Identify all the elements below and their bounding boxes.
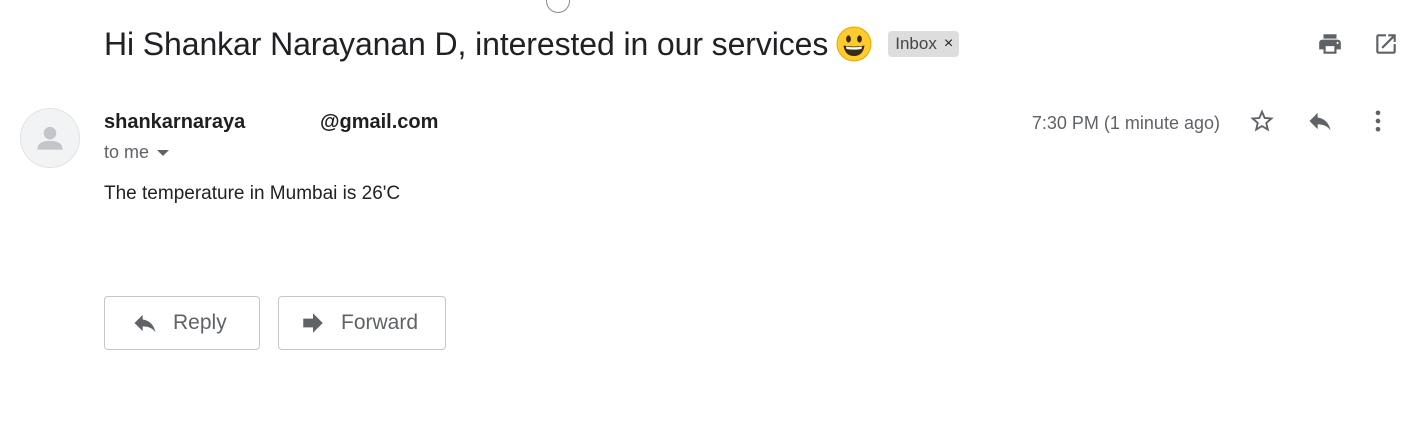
reply-button[interactable]: Reply	[104, 296, 260, 350]
forward-label: Forward	[341, 311, 419, 334]
more-vert-icon[interactable]	[1364, 107, 1392, 135]
reply-arrow-icon	[131, 309, 159, 337]
forward-button[interactable]: Forward	[278, 296, 446, 350]
reply-icon[interactable]	[1306, 107, 1334, 135]
reply-forward-buttons: Reply Forward	[104, 296, 446, 350]
default-person-icon	[37, 126, 63, 150]
message-body: The temperature in Mumbai is 26'C	[104, 183, 401, 204]
inbox-label-text: Inbox	[895, 34, 937, 53]
sender-domain: @gmail.com	[320, 111, 439, 133]
open-in-new-window-icon[interactable]	[1372, 30, 1400, 58]
email-subject: Hi Shankar Narayanan D, interested in ou…	[104, 25, 829, 62]
recipient-line[interactable]: to me	[104, 142, 170, 163]
email-view: Hi Shankar Narayanan D, interested in ou…	[0, 0, 1407, 433]
sender-address: shankarnaraya @gmail.com	[104, 111, 438, 134]
sender-local-part: shankarnaraya	[104, 111, 246, 133]
loading-indicator	[546, 0, 570, 13]
message-timestamp: 7:30 PM (1 minute ago)	[1031, 113, 1220, 133]
star-icon[interactable]	[1248, 107, 1276, 135]
sender-avatar	[20, 108, 80, 168]
forward-arrow-icon	[299, 309, 327, 337]
recipient-text: to me	[104, 142, 150, 162]
message-actions	[1248, 107, 1392, 135]
reply-label: Reply	[173, 311, 227, 334]
subject-row: Hi Shankar Narayanan D, interested in ou…	[104, 22, 960, 66]
remove-label-icon[interactable]: ×	[944, 36, 953, 52]
thread-actions	[1316, 30, 1400, 58]
print-icon[interactable]	[1316, 30, 1344, 58]
smiling-face-icon	[836, 26, 872, 62]
chevron-down-icon[interactable]	[157, 149, 170, 156]
inbox-label-chip[interactable]: Inbox ×	[888, 31, 960, 57]
